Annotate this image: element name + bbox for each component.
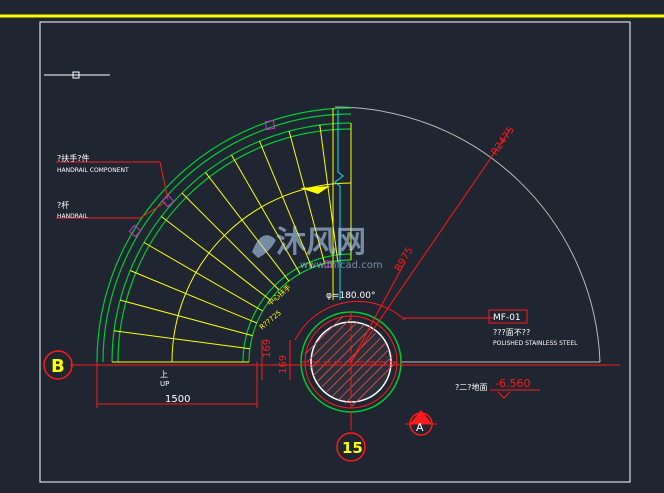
up-en: UP: [160, 380, 169, 388]
elevation-value: -6.560: [495, 377, 530, 390]
radius-inner-label: R975: [393, 245, 416, 273]
handrail-component-cn: ?扶手?件: [57, 153, 90, 163]
watermark: 沐风网 www.mfcad.com: [252, 225, 383, 271]
handrail-component-en: HANDRAIL COMPONENT: [57, 167, 129, 174]
radius-outer-label: R2475: [489, 125, 517, 158]
angle-label: φ=180.00°: [326, 291, 375, 301]
outer-outline-arc: [334, 106, 601, 363]
watermark-url: www.mfcad.com: [300, 260, 383, 271]
handrail-cn: ?杆: [57, 200, 69, 210]
tread-line: [119, 299, 253, 337]
section-mark-label: A: [416, 421, 424, 434]
mf-cn: ???面不??: [493, 328, 530, 337]
tread-line: [113, 330, 250, 350]
mf-tag: MF-01: [493, 313, 521, 323]
cad-drawing: ?扶手?件 HANDRAIL COMPONENT ?杆 HANDRAIL R24…: [0, 14, 664, 483]
dim-169-b: 169: [278, 355, 289, 374]
center-rail-cn: 中心扶手: [266, 283, 293, 308]
elevation-cn: ?二?地面: [455, 382, 488, 392]
axis-b-label: B: [51, 356, 65, 377]
dim-1500: 1500: [165, 394, 190, 405]
elevation-mark: [497, 391, 511, 399]
tread-line: [161, 216, 271, 301]
watermark-logo-icon: [252, 235, 276, 258]
up-cn: 上: [160, 370, 168, 379]
mf-en: POLISHED STAINLESS STEEL: [493, 340, 578, 347]
watermark-brand: 沐风网: [276, 225, 366, 260]
axis-15-label: 15: [342, 439, 363, 457]
handrail-en: HANDRAIL: [57, 213, 89, 220]
break-line: [334, 110, 344, 300]
dim-169-a: 169: [262, 339, 273, 358]
